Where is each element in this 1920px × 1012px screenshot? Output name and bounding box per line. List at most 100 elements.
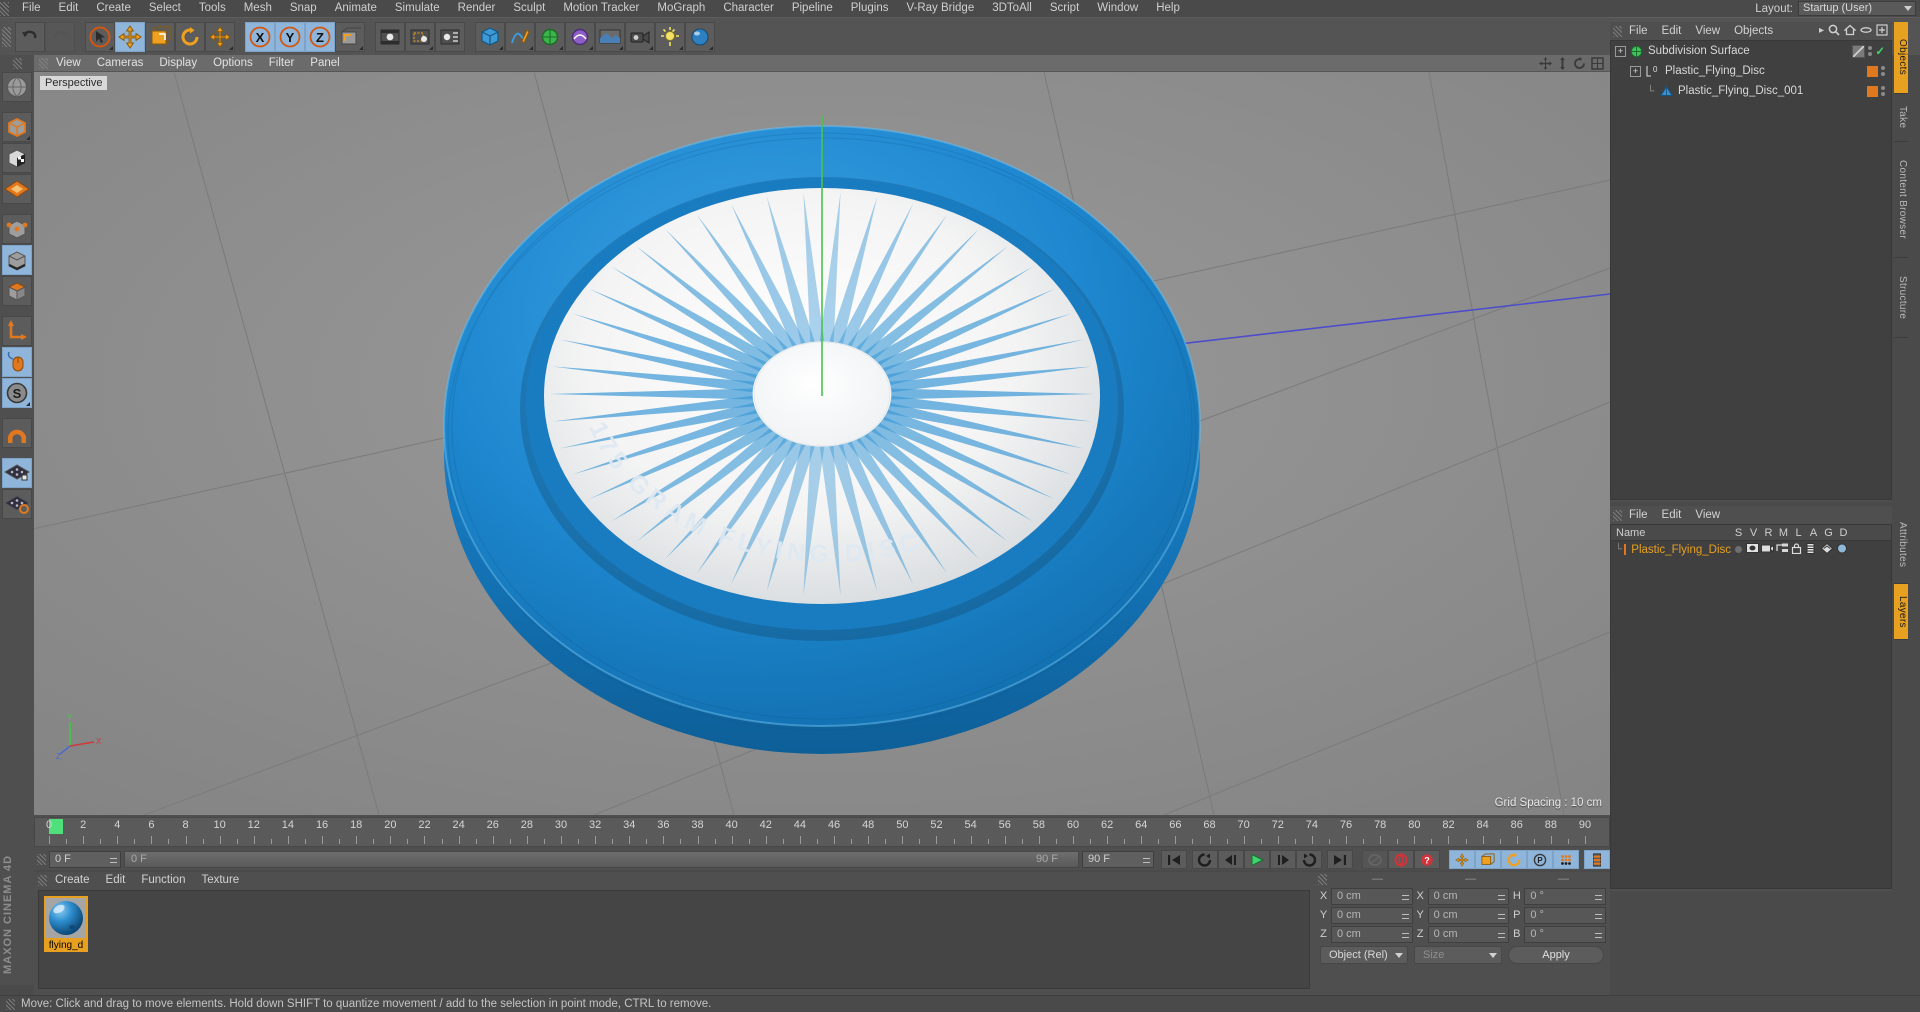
- y-axis-button[interactable]: Y: [275, 21, 305, 52]
- expand-toggle-icon[interactable]: +: [1630, 65, 1641, 77]
- object-row[interactable]: └ Plastic_Flying_Disc_001: [1611, 81, 1891, 101]
- spinner-icon[interactable]: [110, 855, 117, 866]
- coordinate-mode-dropdown[interactable]: Object (Rel): [1320, 946, 1408, 964]
- record-rotation-button[interactable]: [1501, 850, 1527, 869]
- viewport-3d[interactable]: Perspective 175 GRAM FLYING DISC Y X Z G…: [34, 72, 1610, 815]
- viewport-menu-filter[interactable]: Filter: [261, 57, 303, 69]
- tab-attributes[interactable]: Attributes: [1894, 506, 1908, 584]
- object-row[interactable]: +0 Plastic_Flying_Disc: [1611, 61, 1891, 81]
- menu-item-animate[interactable]: Animate: [326, 0, 386, 17]
- tab-content-browser[interactable]: Content Browser: [1894, 142, 1908, 258]
- record-pla-button[interactable]: [1553, 850, 1579, 869]
- zoom-view-icon[interactable]: [1557, 57, 1568, 70]
- search-icon[interactable]: [1828, 24, 1840, 36]
- object-mode-button[interactable]: [2, 276, 32, 306]
- texture-axis-button[interactable]: [2, 72, 32, 102]
- live-selection-button[interactable]: [85, 21, 115, 52]
- spinner-icon[interactable]: [1401, 910, 1409, 922]
- expand-toggle-icon[interactable]: └: [1645, 86, 1656, 97]
- flying-disc-object[interactable]: 175 GRAM FLYING DISC: [392, 104, 1252, 784]
- layer-menu-edit[interactable]: Edit: [1655, 509, 1689, 521]
- tab-layers[interactable]: Layers: [1894, 584, 1908, 640]
- add-light-button[interactable]: [655, 21, 685, 52]
- viewport-menu-options[interactable]: Options: [205, 57, 261, 69]
- rotate-view-icon[interactable]: [1573, 57, 1586, 70]
- home-icon[interactable]: [1844, 24, 1856, 36]
- layer-menu-file[interactable]: File: [1622, 509, 1655, 521]
- record-scale-button[interactable]: [1475, 850, 1501, 869]
- size-y-field[interactable]: 0 cm: [1427, 906, 1510, 924]
- next-frame-button[interactable]: [1270, 850, 1296, 869]
- record-active-objects-button[interactable]: [1388, 850, 1414, 869]
- size-z-field[interactable]: 0 cm: [1427, 925, 1510, 943]
- add-generator-button[interactable]: [535, 21, 565, 52]
- polygon-mode-button[interactable]: [2, 174, 32, 204]
- menu-item-motion-tracker[interactable]: Motion Tracker: [554, 0, 648, 17]
- redo-button[interactable]: [45, 21, 75, 52]
- maximize-view-icon[interactable]: [1591, 57, 1604, 70]
- menu-item-window[interactable]: Window: [1088, 0, 1147, 17]
- apply-button[interactable]: Apply: [1508, 946, 1604, 964]
- material-item[interactable]: flying_d: [44, 896, 88, 954]
- menu-item-character[interactable]: Character: [714, 0, 783, 17]
- position-x-field[interactable]: 0 cm: [1331, 887, 1413, 905]
- layout-selector[interactable]: Layout: Startup (User): [1755, 1, 1916, 16]
- snap-button[interactable]: S: [2, 378, 32, 408]
- add-environment-button[interactable]: [595, 21, 625, 52]
- menu-item-create[interactable]: Create: [87, 0, 140, 17]
- go-to-start-button[interactable]: [1161, 850, 1187, 869]
- add-cube-button[interactable]: [475, 21, 505, 52]
- size-mode-dropdown[interactable]: Size: [1414, 946, 1502, 964]
- axis-move-button[interactable]: [205, 21, 235, 52]
- tab-take[interactable]: Take: [1894, 94, 1908, 142]
- add-material-button[interactable]: [685, 21, 715, 52]
- menu-item-v-ray-bridge[interactable]: V-Ray Bridge: [897, 0, 983, 17]
- object-layer-swatch[interactable]: [1867, 85, 1878, 97]
- spinner-icon[interactable]: [1143, 855, 1150, 866]
- layer-color-swatch[interactable]: [1624, 544, 1627, 555]
- play-button[interactable]: [1244, 850, 1270, 869]
- material-menu-edit[interactable]: Edit: [98, 874, 134, 886]
- record-position-button[interactable]: [1449, 850, 1475, 869]
- point-mode-button[interactable]: [2, 214, 32, 244]
- layer-animation-toggle[interactable]: [1806, 542, 1821, 557]
- menu-item-mograph[interactable]: MoGraph: [648, 0, 714, 17]
- layer-solo-toggle[interactable]: [1731, 546, 1746, 553]
- autokeying-button[interactable]: ?: [1414, 850, 1440, 869]
- menu-item-mesh[interactable]: Mesh: [235, 0, 281, 17]
- menu-item-edit[interactable]: Edit: [50, 0, 88, 17]
- rotation-h-field[interactable]: 0 °: [1524, 887, 1607, 905]
- undo-button[interactable]: [15, 21, 45, 52]
- expand-toggle-icon[interactable]: +: [1615, 45, 1626, 57]
- viewport-menu-cameras[interactable]: Cameras: [89, 57, 152, 69]
- material-menu-create[interactable]: Create: [47, 874, 98, 886]
- object-menu-file[interactable]: File: [1622, 25, 1655, 37]
- loop-playback-button[interactable]: [1362, 850, 1388, 869]
- menu-item-render[interactable]: Render: [449, 0, 505, 17]
- add-spline-button[interactable]: [505, 21, 535, 52]
- render-settings-button[interactable]: [435, 21, 465, 52]
- object-visibility-dots[interactable]: [1881, 66, 1885, 76]
- menu-item-file[interactable]: File: [13, 0, 50, 17]
- material-menu-function[interactable]: Function: [133, 874, 193, 886]
- spinner-icon[interactable]: [1595, 929, 1603, 941]
- position-y-field[interactable]: 0 cm: [1331, 906, 1413, 924]
- timeline-ruler[interactable]: 0 2 4 6 8 10 12 14 16 18 20 22 24 26 28 30 32 34 36 38 40 42 4…: [34, 817, 1610, 847]
- layer-deformer-toggle[interactable]: [1836, 543, 1851, 557]
- workplane-button[interactable]: [2, 489, 32, 519]
- record-parameter-button[interactable]: P: [1527, 850, 1553, 869]
- spinner-icon[interactable]: [1595, 891, 1603, 903]
- object-menu-view[interactable]: View: [1688, 25, 1727, 37]
- new-layer-icon[interactable]: [1876, 24, 1888, 36]
- spinner-icon[interactable]: [1401, 929, 1409, 941]
- timeline-scrubber[interactable]: 0 F 90 F: [124, 851, 1079, 868]
- scale-tool-button[interactable]: [145, 21, 175, 52]
- tab-structure[interactable]: Structure: [1894, 258, 1908, 338]
- play-forward-loop-button[interactable]: [1296, 850, 1322, 869]
- menu-item-pipeline[interactable]: Pipeline: [783, 0, 842, 17]
- layer-row[interactable]: └ Plastic_Flying_Disc: [1611, 541, 1891, 558]
- menu-item-simulate[interactable]: Simulate: [386, 0, 449, 17]
- viewport-menu-view[interactable]: View: [48, 57, 89, 69]
- object-row[interactable]: + Subdivision Surface ✓: [1611, 41, 1891, 61]
- menu-item-help[interactable]: Help: [1147, 0, 1189, 17]
